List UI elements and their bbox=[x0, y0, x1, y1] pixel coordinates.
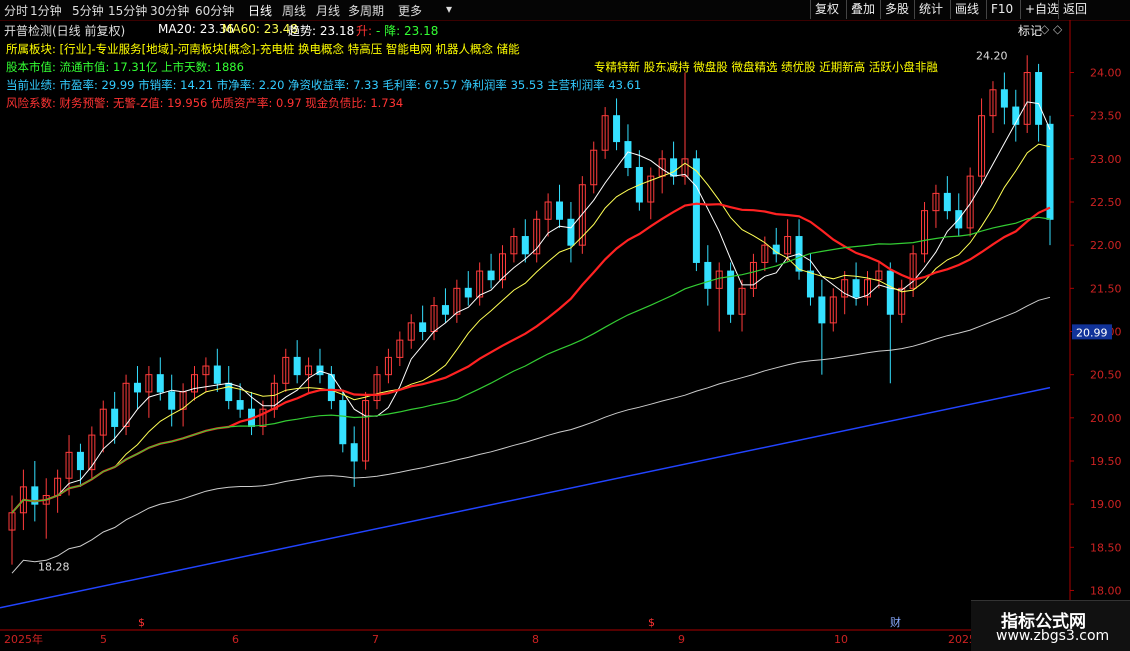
candle-body-14 bbox=[168, 391, 176, 410]
y-tick-label-13: 24.00 bbox=[1090, 67, 1122, 80]
candle-body-60 bbox=[692, 158, 700, 263]
x-tick-label-6: 10 bbox=[834, 633, 848, 646]
candle-body-61 bbox=[704, 261, 712, 289]
y-tick-label-5: 20.00 bbox=[1090, 412, 1122, 425]
ma5-line bbox=[11, 101, 1051, 514]
candle-body-6 bbox=[76, 451, 84, 471]
ma10-line bbox=[11, 143, 1051, 514]
watermark: 指标公式网 www.zbgs3.com bbox=[971, 600, 1130, 651]
x-marker-2: 财 bbox=[890, 615, 901, 629]
risk-line: 风险系数: 财务预警: 无警-Z值: 19.956 优质资产率: 0.97 现金… bbox=[6, 96, 404, 110]
x-marker-0: $ bbox=[138, 616, 145, 629]
candle-body-91 bbox=[1046, 123, 1054, 220]
candle-body-13 bbox=[156, 374, 164, 393]
sector-line: 所属板块: [行业]-专业服务[地域]-河南板块[概念]-充电桩 换电概念 特高… bbox=[6, 42, 520, 56]
current-price-label: 20.99 bbox=[1076, 326, 1108, 339]
candle-body-82 bbox=[943, 192, 951, 212]
y-tick-label-1: 18.00 bbox=[1090, 584, 1122, 597]
candle-body-29 bbox=[339, 400, 347, 445]
candle-body-71 bbox=[818, 296, 826, 324]
candle-body-53 bbox=[613, 115, 621, 143]
x-tick-label-4: 8 bbox=[532, 633, 539, 646]
y-tick-label-3: 19.00 bbox=[1090, 498, 1122, 511]
candle-body-49 bbox=[567, 218, 575, 246]
candle-body-25 bbox=[293, 356, 301, 376]
y-tick-label-6: 20.50 bbox=[1090, 369, 1122, 382]
performance-line: 当前业绩: 市盈率: 29.99 市销率: 14.21 市净率: 2.20 净资… bbox=[6, 78, 642, 92]
x-marker-1: $ bbox=[648, 616, 655, 629]
y-tick-label-4: 19.50 bbox=[1090, 455, 1122, 468]
candle-body-90 bbox=[1035, 72, 1043, 125]
low-price-label: 18.28 bbox=[38, 560, 70, 573]
y-tick-label-8: 21.50 bbox=[1090, 282, 1122, 295]
y-tick-label-9: 22.00 bbox=[1090, 239, 1122, 252]
candle-body-63 bbox=[727, 270, 735, 315]
y-tick-label-11: 23.00 bbox=[1090, 153, 1122, 166]
candle-body-42 bbox=[487, 270, 495, 281]
tags-line: 专精特新 股东减持 微盘股 微盘精选 绩优股 近期新高 活跃小盘非融 bbox=[594, 60, 938, 74]
high-price-label: 24.20 bbox=[976, 49, 1008, 62]
ma40-line bbox=[11, 216, 1051, 514]
x-tick-label-5: 9 bbox=[678, 633, 685, 646]
candle-body-87 bbox=[1000, 89, 1008, 108]
candle-body-11 bbox=[133, 382, 141, 393]
candle-body-48 bbox=[556, 201, 564, 220]
x-tick-label-2: 6 bbox=[232, 633, 239, 646]
candle-body-36 bbox=[419, 322, 427, 332]
y-tick-label-12: 23.50 bbox=[1090, 110, 1122, 123]
watermark-url: www.zbgs3.com bbox=[996, 628, 1110, 644]
candle-body-77 bbox=[886, 270, 894, 315]
candle-body-19 bbox=[225, 382, 233, 402]
x-tick-label-0: 2025年 bbox=[4, 632, 43, 646]
candle-body-58 bbox=[670, 158, 678, 177]
candle-body-30 bbox=[350, 443, 358, 462]
market-cap-line: 股本市值: 流通市值: 17.31亿 上市天数: 1886 bbox=[6, 60, 244, 74]
candle-body-45 bbox=[521, 236, 529, 255]
x-tick-label-1: 5 bbox=[100, 633, 107, 646]
trend-line bbox=[11, 202, 1051, 514]
candle-body-38 bbox=[441, 305, 449, 315]
candle-body-20 bbox=[236, 400, 244, 410]
candle-body-18 bbox=[213, 365, 221, 384]
y-tick-label-2: 18.50 bbox=[1090, 541, 1122, 554]
x-tick-label-3: 7 bbox=[372, 633, 379, 646]
candle-body-74 bbox=[852, 279, 860, 298]
candle-body-27 bbox=[316, 365, 324, 376]
candle-body-70 bbox=[806, 270, 814, 298]
long-ma-line bbox=[0, 386, 1051, 609]
ma60-line bbox=[11, 296, 1051, 574]
y-tick-label-10: 22.50 bbox=[1090, 196, 1122, 209]
candle-body-40 bbox=[464, 287, 472, 298]
candle-body-9 bbox=[111, 408, 119, 427]
